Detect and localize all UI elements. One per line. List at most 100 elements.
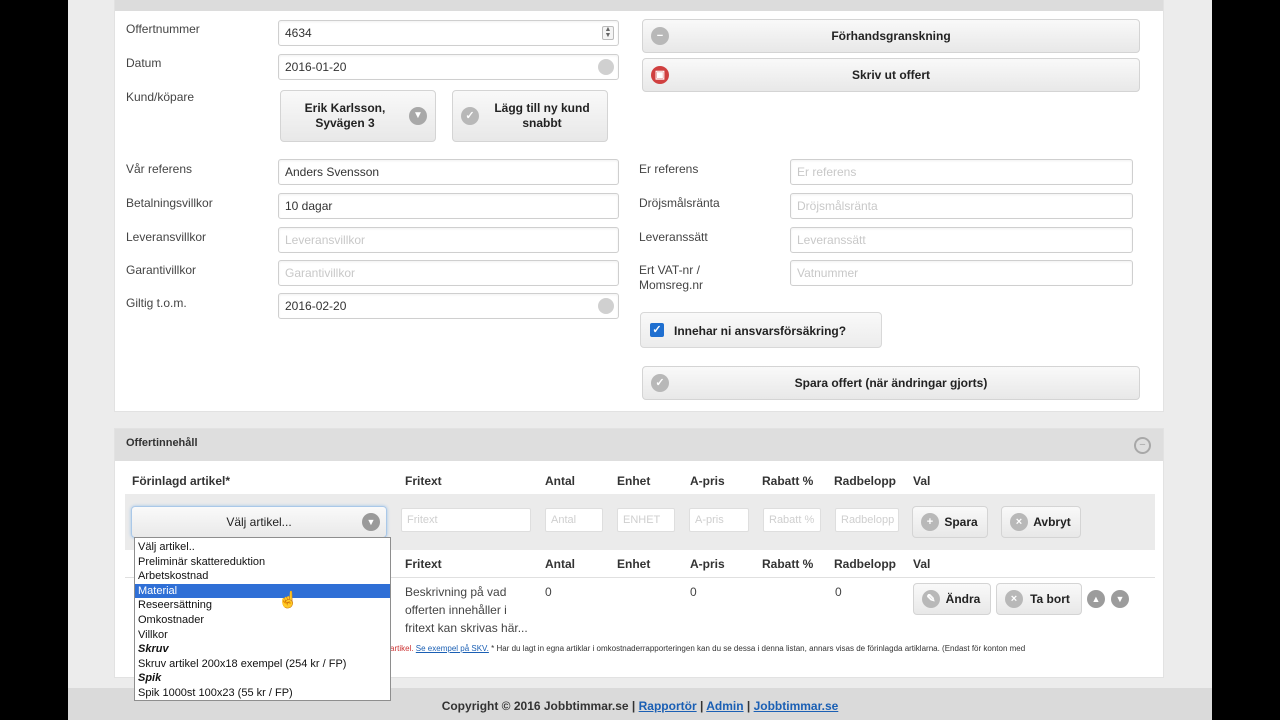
check-icon: ✓ <box>651 374 669 392</box>
stepper-icon[interactable]: ▲ ▼ <box>602 26 614 40</box>
entry-save-button[interactable]: + Spara <box>912 506 988 538</box>
dropdown-option[interactable]: Material <box>135 583 390 599</box>
header-rabatt-2: Rabatt % <box>762 557 814 571</box>
leveransvillkor-input[interactable]: Leveransvillkor <box>278 227 619 253</box>
betalningsvillkor-input[interactable]: 10 dagar <box>278 193 619 219</box>
header-antal-2: Antal <box>545 557 575 571</box>
article-dropdown-list[interactable]: Välj artikel.. Preliminär skattereduktion… <box>134 537 391 701</box>
plus-icon: + <box>921 513 939 531</box>
footnote-text: * Har du lagt in egna artiklar i omkostn… <box>488 644 1026 653</box>
dropdown-option[interactable]: Preliminär skattereduktion <box>135 555 390 570</box>
footer-separator-1: | <box>628 699 639 713</box>
dropdown-option[interactable]: Välj artikel.. <box>135 540 390 555</box>
dropdown-option[interactable]: Omkostnader <box>135 613 390 628</box>
garantivillkor-input[interactable]: Garantivillkor <box>278 260 619 286</box>
preview-button[interactable]: − Förhandsgranskning <box>642 19 1140 53</box>
rabatt-input[interactable]: Rabatt % <box>763 508 821 532</box>
dropdown-option[interactable]: Reseersättning <box>135 598 390 613</box>
entry-save-label: Spara <box>944 515 978 529</box>
offertnummer-input[interactable]: 4634 ▲ ▼ <box>278 20 619 46</box>
antal-input[interactable]: Antal <box>545 508 603 532</box>
calendar-icon[interactable] <box>598 298 614 314</box>
dropdown-option[interactable]: Villkor <box>135 628 390 643</box>
leveranssatt-placeholder: Leveranssätt <box>797 233 866 247</box>
footer-separator-3: | <box>743 699 754 713</box>
chevron-down-icon: ▼ <box>362 513 380 531</box>
datum-input[interactable]: 2016-01-20 <box>278 54 619 80</box>
copyright-text: Copyright © 2016 Jobbtimmar.se <box>441 699 629 713</box>
label-giltig: Giltig t.o.m. <box>126 296 187 310</box>
label-er-referens: Er referens <box>639 162 699 176</box>
leveransvillkor-placeholder: Leveransvillkor <box>285 233 366 247</box>
arrow-up-icon[interactable]: ▲ <box>1087 590 1105 608</box>
var-referens-value: Anders Svensson <box>285 165 380 179</box>
print-button[interactable]: ▣ Skriv ut offert <box>642 58 1140 92</box>
var-referens-input[interactable]: Anders Svensson <box>278 159 619 185</box>
giltig-input[interactable]: 2016-02-20 <box>278 293 619 319</box>
footnote: artikel. Se exempel på SKV. * Har du lag… <box>390 644 1212 653</box>
header-val: Val <box>913 474 931 488</box>
dropdown-option[interactable]: Arbetskostnad <box>135 569 390 584</box>
er-referens-input[interactable]: Er referens <box>790 159 1133 185</box>
er-referens-placeholder: Er referens <box>797 165 857 179</box>
label-kund: Kund/köpare <box>126 90 195 104</box>
insurance-label: Innehar ni ansvarsförsäkring? <box>674 324 847 338</box>
arrow-down-icon[interactable]: ▼ <box>1111 590 1129 608</box>
collapse-icon[interactable]: − <box>1134 437 1151 454</box>
delete-row-button[interactable]: × Ta bort <box>996 583 1082 615</box>
vat-placeholder: Vatnummer <box>797 266 859 280</box>
skv-example-link[interactable]: Se exempel på SKV. <box>416 644 489 653</box>
header-radbelopp-2: Radbelopp <box>834 557 896 571</box>
dropdown-option[interactable]: Skruv artikel 200x18 exempel (254 kr / F… <box>135 657 390 672</box>
insurance-checkbox[interactable]: ✓ <box>650 323 664 337</box>
close-icon: × <box>1005 590 1023 608</box>
apris-input[interactable]: A-pris <box>689 508 749 532</box>
footer-link-admin[interactable]: Admin <box>706 699 743 713</box>
insurance-checkbox-row[interactable]: ✓ Innehar ni ansvarsförsäkring? <box>640 312 882 348</box>
calendar-icon[interactable] <box>598 59 614 75</box>
label-leveransvillkor: Leveransvillkor <box>126 230 207 244</box>
add-customer-button[interactable]: ✓ Lägg till ny kund snabbt <box>452 90 608 142</box>
footer-link-jobbtimmar[interactable]: Jobbtimmar.se <box>754 699 839 713</box>
edit-row-button[interactable]: ✎ Ändra <box>913 583 991 615</box>
drojsmalsranta-input[interactable]: Dröjsmålsränta <box>790 193 1133 219</box>
dropdown-group-label: Skruv <box>138 643 169 656</box>
giltig-value: 2016-02-20 <box>285 299 347 313</box>
header-article: Förinlagd artikel* <box>132 474 231 488</box>
offertnummer-value: 4634 <box>285 26 312 40</box>
table-row-fritext: Beskrivning på vad offerten innehåller i… <box>405 583 528 637</box>
pdf-icon: ▣ <box>651 66 669 84</box>
check-icon: ✓ <box>461 107 479 125</box>
edit-icon: ✎ <box>922 590 940 608</box>
vat-input[interactable]: Vatnummer <box>790 260 1133 286</box>
fritext-input[interactable]: Fritext <box>401 508 531 532</box>
label-garantivillkor: Garantivillkor <box>126 263 197 277</box>
radbelopp-input[interactable]: Radbelopp <box>835 508 899 532</box>
enhet-input[interactable]: ENHET <box>617 508 675 532</box>
footer-link-rapportor[interactable]: Rapportör <box>639 699 697 713</box>
entry-cancel-label: Avbryt <box>1033 515 1071 529</box>
entry-cancel-button[interactable]: × Avbryt <box>1001 506 1081 538</box>
edit-row-label: Ändra <box>945 592 981 606</box>
label-datum: Datum <box>126 56 162 70</box>
garantivillkor-placeholder: Garantivillkor <box>285 266 356 280</box>
dropdown-option[interactable]: Spik 1000st 100x23 (55 kr / FP) <box>135 686 390 701</box>
header-apris-2: A-pris <box>690 557 725 571</box>
header-apris: A-pris <box>690 474 725 488</box>
save-offer-label: Spara offert (när ändringar gjorts) <box>794 376 988 390</box>
header-val-2: Val <box>913 557 931 571</box>
header-enhet-2: Enhet <box>617 557 651 571</box>
preview-icon: − <box>651 27 669 45</box>
delete-row-label: Ta bort <box>1030 592 1070 606</box>
article-select-label: Välj artikel... <box>226 515 292 529</box>
add-customer-label: Lägg till ny kund snabbt <box>494 101 590 130</box>
close-icon: × <box>1010 513 1028 531</box>
save-offer-button[interactable]: ✓ Spara offert (när ändringar gjorts) <box>642 366 1140 400</box>
label-vat-line2: Momsreg.nr <box>639 278 704 292</box>
row-antal: 0 <box>545 585 552 599</box>
customer-select-label: Erik Karlsson, Syvägen 3 <box>304 101 386 130</box>
article-select[interactable]: Välj artikel... ▼ <box>131 506 387 538</box>
customer-select-button[interactable]: Erik Karlsson, Syvägen 3 ▼ <box>280 90 436 142</box>
label-vat-line1: Ert VAT-nr / <box>639 263 700 277</box>
leveranssatt-input[interactable]: Leveranssätt <box>790 227 1133 253</box>
